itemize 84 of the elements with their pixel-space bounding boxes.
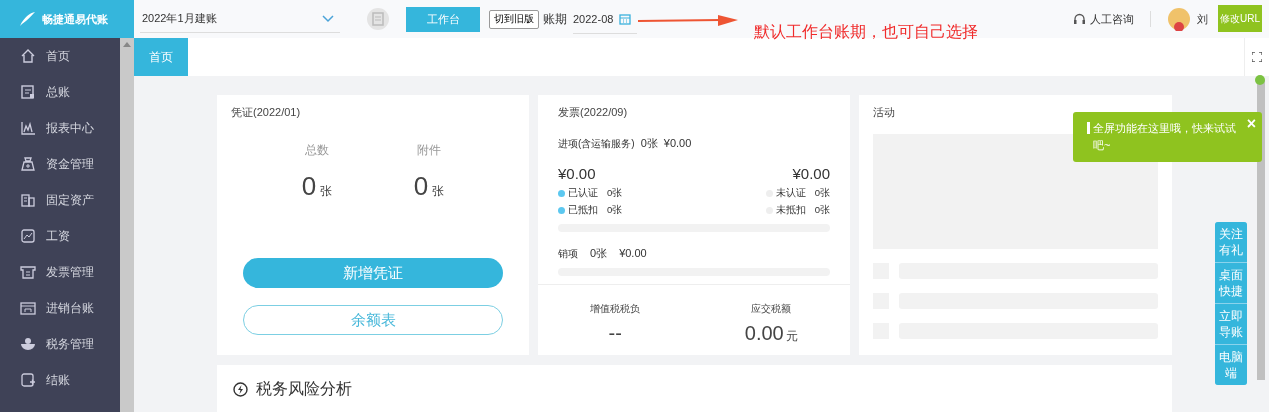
legend-count: 0张 [814, 204, 830, 217]
stat-label: 附件 [417, 142, 441, 159]
invoice-value: ¥0.00 [619, 247, 647, 259]
invoice-label: 进项(含运输服务) [558, 137, 635, 151]
tax-label: 增值税税负 [590, 303, 641, 316]
sidebar-label: 固定资产 [46, 191, 94, 209]
sidebar-item[interactable]: 首页 [0, 38, 120, 74]
invoice-value: ¥0.00 [663, 137, 692, 149]
tax-unit: 元 [785, 328, 798, 345]
building-icon [20, 192, 36, 208]
sidebar-label: 报表中心 [46, 119, 94, 137]
stat-unit: 张 [432, 183, 445, 200]
sidebar-label: 发票管理 [46, 263, 94, 281]
account-select[interactable]: 2022年1月建账 [140, 5, 340, 33]
amount-value: ¥0.00 [792, 165, 830, 182]
legend-label: 已抵扣 [568, 204, 598, 217]
fullscreen-icon [1252, 52, 1262, 62]
clipboard-icon [366, 7, 390, 31]
document-plus-icon [20, 372, 36, 388]
sidebar-item[interactable]: 资金管理 [0, 146, 120, 182]
stat-unit: 张 [320, 183, 333, 200]
sidebar-label: 资金管理 [46, 155, 94, 173]
tax-value: 0.00 [744, 322, 784, 345]
invoice-label: 销项 [558, 247, 578, 261]
period-value: 2022-08 [573, 12, 614, 25]
invoice-icon [20, 264, 36, 280]
line-chart-icon [20, 120, 36, 136]
logo-text: 畅捷通易代账 [42, 11, 108, 27]
stat-value: 0 [301, 171, 317, 202]
calendar-icon [619, 12, 632, 25]
sidebar-label: 工资 [46, 227, 70, 245]
user-name: 刘 [1197, 11, 1208, 27]
sidebar-label: 总账 [46, 83, 70, 101]
invoice-value: 0张 [640, 136, 658, 151]
sidebar-item[interactable]: 总账 [0, 74, 120, 110]
lightning-icon [233, 381, 248, 397]
bowl-icon [20, 336, 36, 352]
sidebar-item[interactable]: 报表中心 [0, 110, 120, 146]
feather-icon [18, 11, 36, 27]
legend-count: 0张 [814, 187, 830, 200]
sidebar-label: 结账 [46, 371, 70, 389]
old-version-button[interactable]: 切到旧版 [489, 9, 539, 29]
screen-icon [20, 300, 36, 316]
period-label: 账期 [543, 10, 567, 28]
avatar-icon [1167, 7, 1191, 31]
sidebar-item[interactable]: 发票管理 [0, 254, 120, 290]
legend-count: 0张 [607, 204, 623, 217]
sidebar-item[interactable]: 工资 [0, 218, 120, 254]
headset-icon [1073, 12, 1086, 26]
ledger-icon [20, 84, 36, 100]
money-bag-icon [20, 156, 36, 172]
legend-label: 已认证 [568, 187, 598, 200]
legend-count: 0张 [607, 187, 623, 200]
home-icon [20, 48, 36, 64]
period-field[interactable]: 2022-08 [573, 4, 637, 34]
risk-title: 税务风险分析 [256, 378, 352, 399]
sidebar-label: 税务管理 [46, 335, 94, 353]
sidebar-item[interactable]: 税务管理 [0, 326, 120, 362]
legend-label: 未认证 [775, 187, 806, 200]
sidebar-item[interactable]: 结账 [0, 362, 120, 398]
chevron-down-icon [322, 14, 334, 23]
scrollbar[interactable] [120, 38, 134, 412]
sidebar-label: 进销台账 [46, 299, 94, 317]
document-icon [20, 228, 36, 244]
tax-value: -- [608, 322, 622, 345]
legend-label: 未抵扣 [775, 204, 806, 217]
status-dot-icon [1255, 75, 1265, 85]
invoice-value: 0张 [590, 246, 608, 261]
support-link[interactable]: 人工咨询 [1073, 11, 1134, 27]
amount-value: ¥0.00 [558, 165, 596, 182]
support-text: 人工咨询 [1090, 11, 1134, 27]
select-value: 2022年1月建账 [142, 11, 217, 26]
sidebar-item[interactable]: 固定资产 [0, 182, 120, 218]
stat-label: 总数 [305, 142, 329, 159]
tax-label: 应交税额 [751, 303, 792, 316]
card-title: 活动 [873, 105, 896, 120]
sidebar-label: 首页 [46, 47, 70, 65]
stat-value: 0 [413, 171, 429, 202]
scroll-up-icon [123, 42, 131, 47]
card-title: 凭证(2022/01) [231, 105, 302, 120]
sidebar-item[interactable]: 进销台账 [0, 290, 120, 326]
tooltip-text: 全屏功能在这里哦，快来试试吧~ [1093, 121, 1237, 153]
annotation-text: 默认工作台账期，也可自己选择 [754, 22, 978, 42]
card-title: 发票(2022/09) [558, 105, 629, 120]
